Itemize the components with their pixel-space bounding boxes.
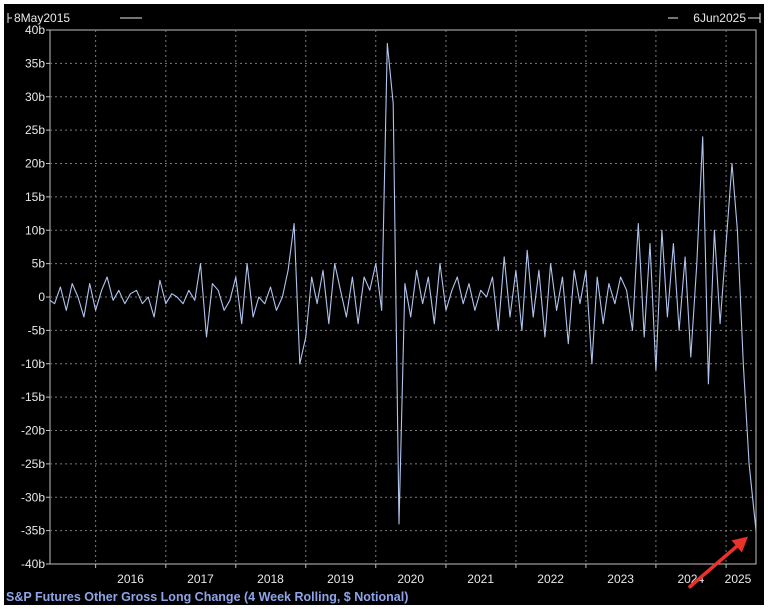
range-start-label: 8May2015 <box>14 11 70 25</box>
x-tick-label: 2016 <box>117 572 144 586</box>
y-tick-label: -5b <box>28 323 46 337</box>
y-tick-label: -10b <box>21 357 45 371</box>
y-tick-label: 0 <box>38 290 45 304</box>
x-tick-label: 2019 <box>327 572 354 586</box>
range-end-marker: 6Jun2025 <box>668 9 761 25</box>
y-tick-label: -35b <box>21 524 45 538</box>
x-tick-label: 2017 <box>187 572 214 586</box>
y-tick-label: -20b <box>21 424 45 438</box>
y-tick-label: 30b <box>25 90 45 104</box>
y-tick-label: -25b <box>21 457 45 471</box>
chart-frame: 40b 35b 30b 25b 20b 15b 10b 5b 0 -5b -10b -15b -20b -… <box>4 4 764 605</box>
y-tick-label: 10b <box>25 223 45 237</box>
y-tick-label: 40b <box>25 23 45 37</box>
x-axis-tick-labels: 2016 2017 2018 2019 2020 2021 2022 2023 2024 2025 <box>117 572 751 586</box>
y-tick-label: 25b <box>25 123 45 137</box>
y-tick-label: 35b <box>25 56 45 70</box>
legend-label: S&P Futures Other Gross Long Change (4 W… <box>6 590 408 604</box>
x-tick-label: 2025 <box>725 572 752 586</box>
x-tick-label: 2020 <box>397 572 424 586</box>
x-tick-label: 2022 <box>537 572 564 586</box>
y-tick-label: -40b <box>21 557 45 571</box>
x-tick-label: 2018 <box>257 572 284 586</box>
x-tick-label: 2023 <box>607 572 634 586</box>
range-start-marker: 8May2015 <box>7 9 142 25</box>
y-tick-label: 5b <box>32 257 46 271</box>
y-tick-label: -15b <box>21 390 45 404</box>
y-tick-label: 15b <box>25 190 45 204</box>
y-tick-label: -30b <box>21 490 45 504</box>
y-tick-label: 20b <box>25 157 45 171</box>
line-chart: 40b 35b 30b 25b 20b 15b 10b 5b 0 -5b -10b -15b -20b -… <box>6 9 761 604</box>
y-axis-tick-labels: 40b 35b 30b 25b 20b 15b 10b 5b 0 -5b -10b -15b -20b -… <box>21 23 45 571</box>
range-end-label: 6Jun2025 <box>693 11 746 25</box>
x-tick-label: 2021 <box>467 572 494 586</box>
